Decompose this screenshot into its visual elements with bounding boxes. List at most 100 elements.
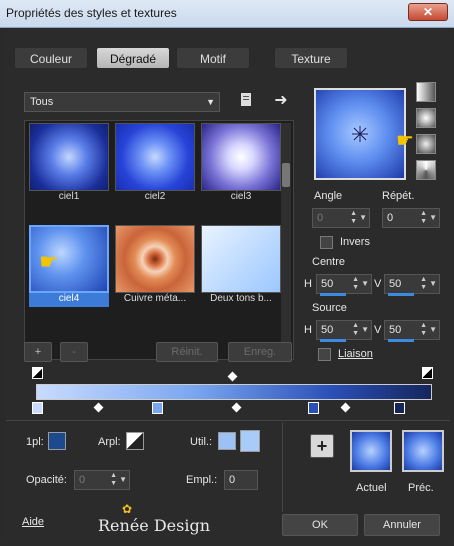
color-stop-marker[interactable] [394,402,405,414]
chevron-down-icon[interactable]: ▼ [361,321,369,339]
center-h-progress [320,293,346,296]
angle-stepper[interactable]: 0 ▲ ▼ ▼ [312,208,370,228]
gradient-thumbnail [115,123,195,191]
color-stop-marker[interactable] [152,402,163,414]
color-midpoint-marker[interactable] [93,402,104,413]
gallery-item[interactable]: Deux tons b... [201,225,281,307]
stepper-arrows-icon[interactable]: ▲ ▼ [352,322,359,338]
gallery-item-label: Deux tons b... [210,293,272,304]
current-label: Actuel [356,482,387,494]
util-swatch-large[interactable] [240,430,260,452]
center-v-label: V [374,278,382,290]
empl-label: Empl.: [186,474,218,486]
linear-style-button[interactable] [416,82,436,102]
stepper-arrows-icon[interactable]: ▲ ▼ [420,276,427,292]
reset-button[interactable]: Réinit. [156,342,218,362]
current-swatch[interactable] [350,430,392,472]
close-button[interactable]: ✕ [408,3,448,21]
empl-field[interactable]: 0 [224,470,258,490]
chevron-down-icon[interactable]: ▼ [361,275,369,293]
previous-label: Préc. [408,482,434,494]
opacity-value: 0 [79,474,86,486]
gallery-scrollbar[interactable] [281,123,291,357]
gallery-item[interactable]: ciel1 [29,123,109,205]
title-bar: Propriétés des styles et textures ✕ [0,0,454,28]
source-v-value: 50 [389,324,402,336]
stepper-arrows-icon[interactable]: ▲ ▼ [350,210,357,226]
center-label: Centre [312,256,346,268]
category-value: Tous [30,96,54,108]
gradient-gallery: ciel1 ciel2 ciel3 ☛ ciel4 Cuivre méta...… [24,120,294,360]
chevron-down-icon[interactable]: ▼ [429,209,437,227]
opacity-stepper[interactable]: 0 ▲ ▼ ▼ [74,470,130,490]
source-label: Source [312,302,347,314]
gradient-bar[interactable] [36,384,432,400]
pointing-hand-icon: ☛ [39,249,59,274]
link-checkbox[interactable] [318,348,331,361]
ok-button[interactable]: OK [282,514,358,536]
center-v-stepper[interactable]: 50 ▲ ▼ ▼ [384,274,440,296]
tab-couleur[interactable]: Couleur [14,47,88,69]
tab-degrade[interactable]: Dégradé [96,47,170,69]
gallery-item[interactable]: ciel2 [115,123,195,205]
tab-texture[interactable]: Texture [274,47,348,69]
repeat-value: 0 [387,212,394,224]
watermark-text: Renée Design [98,516,211,535]
file-icon[interactable] [238,92,254,108]
stepper-arrows-icon[interactable]: ▲ ▼ [420,210,427,226]
gallery-item-label: ciel3 [230,191,252,202]
arpl-label: Arpl: [98,436,121,448]
source-h-stepper[interactable]: 50 ▲ ▼ ▼ [316,320,372,342]
source-v-progress [388,339,414,342]
color-midpoint-marker[interactable] [340,402,351,413]
gallery-item[interactable]: Cuivre méta... [115,225,195,307]
gradient-thumbnail [29,123,109,191]
radial-style-button[interactable] [416,134,436,154]
arpl-swatch[interactable] [126,432,144,450]
color-midpoint-marker[interactable] [231,402,242,413]
previous-swatch[interactable] [402,430,444,472]
stepper-arrows-icon[interactable]: ▲ ▼ [110,472,117,488]
gallery-item-selected[interactable]: ☛ ciel4 [29,225,109,307]
source-v-stepper[interactable]: 50 ▲ ▼ ▼ [384,320,440,342]
gallery-item[interactable]: ciel3 [201,123,281,205]
gradient-thumbnail [201,123,281,191]
add-color-button[interactable]: + [310,434,334,458]
repeat-stepper[interactable]: 0 ▲ ▼ ▼ [382,208,440,228]
color-stop-marker[interactable] [32,402,43,414]
tab-motif[interactable]: Motif [176,47,250,69]
source-h-progress [320,339,346,342]
center-v-progress [388,293,414,296]
save-button[interactable]: Enreg. [228,342,292,362]
chevron-down-icon[interactable]: ▼ [119,471,127,489]
cancel-button[interactable]: Annuler [364,514,440,536]
opacity-stop-marker[interactable] [422,367,433,379]
add-button[interactable]: + [24,342,52,362]
layer-color-swatch[interactable] [48,432,66,450]
help-link[interactable]: Aide [22,516,44,528]
divider [282,422,283,512]
source-v-label: V [374,324,382,336]
category-select[interactable]: Tous ▼ [24,92,220,112]
chevron-down-icon[interactable]: ▼ [429,321,437,339]
layer-label: 1pl: [26,436,44,448]
chevron-down-icon[interactable]: ▼ [429,275,437,293]
stepper-arrows-icon[interactable]: ▲ ▼ [352,276,359,292]
link-label: Liaison [338,348,373,360]
rectangular-style-button[interactable] [416,108,436,128]
chevron-down-icon[interactable]: ▼ [359,209,367,227]
invert-checkbox[interactable] [320,236,333,249]
center-h-stepper[interactable]: 50 ▲ ▼ ▼ [316,274,372,296]
opacity-stop-marker[interactable] [32,367,43,379]
gallery-item-label: ciel1 [58,191,80,202]
sunburst-style-button[interactable] [416,160,436,180]
gradient-preview[interactable]: ☛ [314,88,414,180]
util-swatch-small[interactable] [218,432,236,450]
gallery-item-label: ciel4 [29,293,109,307]
remove-button[interactable]: - [60,342,88,362]
arrow-right-icon[interactable]: ➜ [272,90,290,109]
opacity-midpoint-marker[interactable] [227,371,238,382]
scrollbar-thumb[interactable] [282,163,290,187]
stepper-arrows-icon[interactable]: ▲ ▼ [420,322,427,338]
color-stop-marker[interactable] [308,402,319,414]
